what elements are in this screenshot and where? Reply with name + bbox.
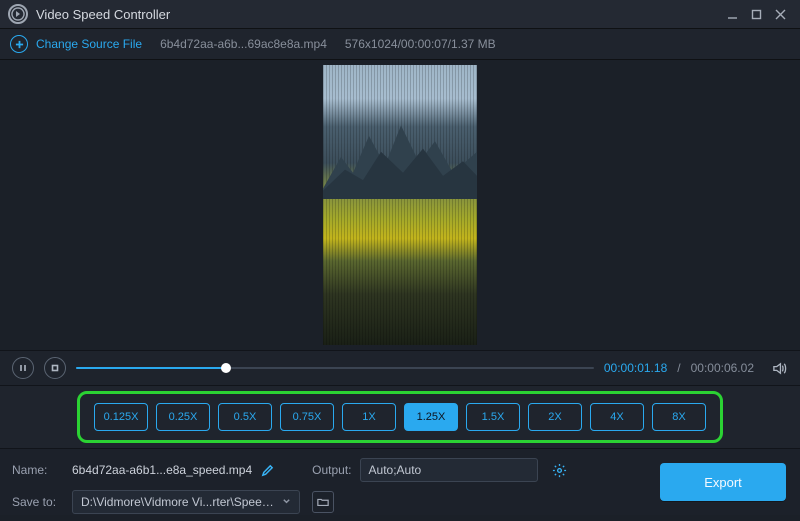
save-path-value: D:\Vidmore\Vidmore Vi...rter\Speed Contr… — [81, 495, 276, 509]
video-preview-area — [0, 60, 800, 350]
seek-thumb[interactable] — [221, 363, 231, 373]
speed-panel: 0.125X 0.25X 0.5X 0.75X 1X 1.25X 1.5X 2X 4X 8X — [77, 391, 723, 443]
saveto-label: Save to: — [12, 495, 64, 509]
output-settings-button[interactable] — [552, 462, 568, 478]
speed-button-4x[interactable]: 4X — [590, 403, 644, 431]
speed-button-0.5x[interactable]: 0.5X — [218, 403, 272, 431]
speed-button-1.5x[interactable]: 1.5X — [466, 403, 520, 431]
name-label: Name: — [12, 463, 64, 477]
maximize-button[interactable] — [744, 4, 768, 24]
speed-button-0.75x[interactable]: 0.75X — [280, 403, 334, 431]
speed-button-0.125x[interactable]: 0.125X — [94, 403, 148, 431]
seek-bar[interactable] — [76, 361, 594, 375]
speed-button-1x[interactable]: 1X — [342, 403, 396, 431]
video-frame[interactable] — [323, 65, 477, 345]
chevron-down-icon — [282, 495, 291, 509]
output-format-select[interactable]: Auto;Auto — [360, 458, 538, 482]
stop-button[interactable] — [44, 357, 66, 379]
open-folder-button[interactable] — [312, 491, 334, 513]
save-path-select[interactable]: D:\Vidmore\Vidmore Vi...rter\Speed Contr… — [72, 490, 300, 514]
change-source-button[interactable]: Change Source File — [10, 35, 142, 53]
edit-name-button[interactable] — [260, 463, 274, 477]
output-label: Output: — [312, 463, 351, 477]
mountain-silhouette — [323, 115, 477, 199]
playback-controls: 00:00:01.18 / 00:00:06.02 — [0, 350, 800, 386]
pause-button[interactable] — [12, 357, 34, 379]
close-button[interactable] — [768, 4, 792, 24]
speed-button-0.25x[interactable]: 0.25X — [156, 403, 210, 431]
source-row: Change Source File 6b4d72aa-a6b...69ac8e… — [0, 29, 800, 60]
speed-panel-area: 0.125X 0.25X 0.5X 0.75X 1X 1.25X 1.5X 2X 4X 8X — [0, 386, 800, 449]
plus-circle-icon — [10, 35, 28, 53]
output-format-value: Auto;Auto — [369, 463, 422, 477]
export-label: Export — [704, 475, 742, 490]
export-button[interactable]: Export — [660, 463, 786, 501]
source-file-name: 6b4d72aa-a6b...69ac8e8a.mp4 — [160, 37, 327, 51]
titlebar: Video Speed Controller — [0, 0, 800, 29]
app-icon — [8, 4, 28, 24]
output-file-name: 6b4d72aa-a6b1...e8a_speed.mp4 — [72, 463, 252, 477]
time-total: 00:00:06.02 — [691, 361, 754, 375]
volume-icon[interactable] — [770, 359, 788, 377]
speed-button-1.25x[interactable]: 1.25X — [404, 403, 458, 431]
speed-button-8x[interactable]: 8X — [652, 403, 706, 431]
time-current: 00:00:01.18 — [604, 361, 667, 375]
speed-button-2x[interactable]: 2X — [528, 403, 582, 431]
change-source-label: Change Source File — [36, 37, 142, 51]
time-separator: / — [677, 361, 680, 375]
source-file-meta: 576x1024/00:00:07/1.37 MB — [345, 37, 496, 51]
minimize-button[interactable] — [720, 4, 744, 24]
window-title: Video Speed Controller — [36, 7, 170, 22]
seek-fill — [76, 367, 226, 369]
